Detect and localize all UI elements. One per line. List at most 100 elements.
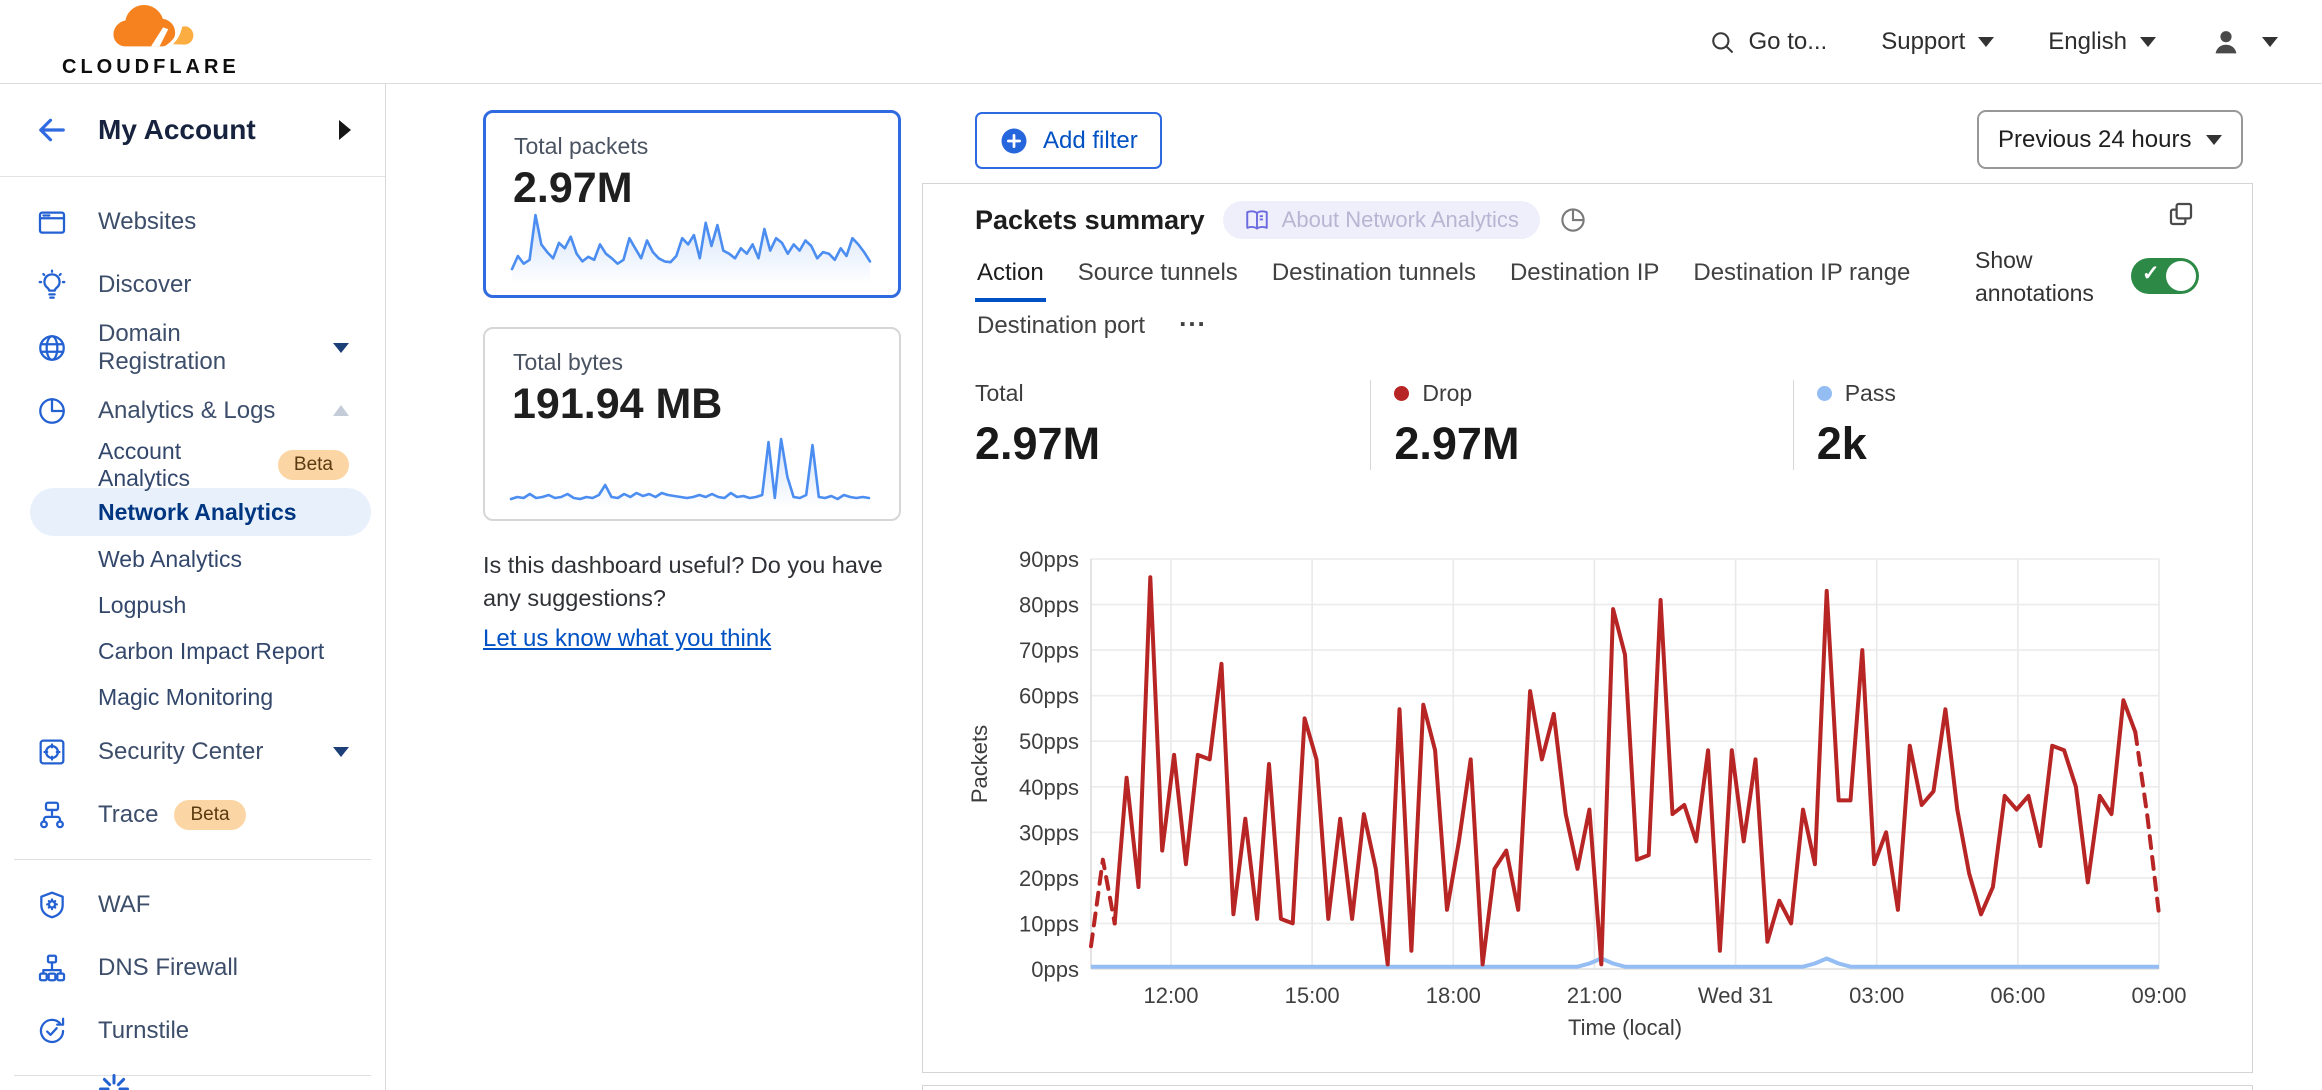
- sidebar-item-turnstile[interactable]: Turnstile: [0, 999, 385, 1062]
- sidebar-subitem-account-analytics[interactable]: Account AnalyticsBeta: [0, 442, 385, 488]
- tab-destination-port[interactable]: Destination port: [975, 303, 1147, 355]
- sidebar: My Account WebsitesDiscoverDomain Regist…: [0, 84, 386, 1090]
- time-range-button[interactable]: Previous 24 hours: [1977, 110, 2243, 169]
- chevron-right-icon[interactable]: [339, 120, 351, 140]
- total-label-row: Drop: [1394, 380, 1792, 407]
- total-label: Drop: [1422, 380, 1472, 407]
- sidebar-item-discover[interactable]: Discover: [0, 253, 385, 316]
- show-annotations-toggle[interactable]: ✓: [2131, 258, 2199, 294]
- sidebar-item-trace[interactable]: TraceBeta: [0, 783, 385, 846]
- totals-row: Total2.97M Drop 2.97M Pass 2k: [975, 380, 2215, 470]
- total-value: 2.97M: [1394, 418, 1792, 470]
- sidebar-divider: [14, 859, 371, 860]
- account-menu[interactable]: [2210, 26, 2278, 58]
- beta-badge: Beta: [174, 800, 245, 830]
- data-source-pie-icon[interactable]: [1558, 205, 1588, 235]
- svg-text:20pps: 20pps: [1019, 866, 1079, 891]
- add-filter-button[interactable]: Add filter: [975, 112, 1162, 169]
- tab-action[interactable]: Action: [975, 250, 1046, 302]
- svg-text:15:00: 15:00: [1285, 983, 1340, 1008]
- safe-icon: [36, 736, 68, 768]
- show-annotations-label: Show annotations: [1975, 244, 2107, 309]
- sidebar-subitem-network-analytics[interactable]: Network Analytics: [30, 488, 371, 536]
- total-label: Pass: [1845, 380, 1896, 407]
- sidebar-subitem-magic-monitoring[interactable]: Magic Monitoring: [0, 674, 385, 720]
- svg-text:0pps: 0pps: [1031, 957, 1079, 982]
- sidebar-item-label: Analytics & Logs: [98, 397, 303, 425]
- sidebar-item-label: DNS Firewall: [98, 954, 349, 982]
- sidebar-item-analytics-logs[interactable]: Analytics & Logs: [0, 379, 385, 442]
- sidebar-item-security-center[interactable]: Security Center: [0, 720, 385, 783]
- cloudflare-logo[interactable]: CLOUDFLARE: [62, 5, 240, 79]
- turnstile-icon: [36, 1015, 68, 1047]
- svg-text:10pps: 10pps: [1019, 911, 1079, 936]
- sidebar-subitem-carbon-impact-report[interactable]: Carbon Impact Report: [0, 628, 385, 674]
- panel-header: Packets summary About Network Analytics: [975, 201, 1588, 239]
- sidebar-nav: WebsitesDiscoverDomain Registration Analy…: [0, 177, 385, 1076]
- total-label: Total: [975, 380, 1024, 407]
- sidebar-subitem-label: Carbon Impact Report: [98, 638, 324, 665]
- topbar: CLOUDFLARE Go to... Support English: [0, 0, 2322, 84]
- sidebar-item-label: TraceBeta: [98, 800, 349, 830]
- sidebar-subitem-web-analytics[interactable]: Web Analytics: [0, 536, 385, 582]
- total-label-row: Pass: [1817, 380, 2215, 407]
- tab-destination-ip[interactable]: Destination IP: [1508, 250, 1661, 302]
- analytics-pie-icon: [36, 395, 68, 427]
- svg-text:12:00: 12:00: [1143, 983, 1198, 1008]
- total-packets-card[interactable]: Total packets 2.97M: [483, 110, 901, 298]
- goto-search[interactable]: Go to...: [1708, 28, 1828, 56]
- sidebar-subitem-label: Account Analytics: [98, 438, 262, 492]
- sidebar-item-dns-firewall[interactable]: DNS Firewall: [0, 936, 385, 999]
- svg-text:80pps: 80pps: [1019, 593, 1079, 618]
- chevron-down-icon: [2262, 37, 2278, 47]
- support-menu[interactable]: Support: [1881, 28, 1994, 56]
- sidebar-item-waf[interactable]: WAF: [0, 873, 385, 936]
- dimension-tabs: Action Source tunnels Destination tunnels D…: [975, 250, 1940, 355]
- user-icon: [2210, 26, 2242, 58]
- browser-icon: [36, 206, 68, 238]
- about-network-analytics-tag[interactable]: About Network Analytics: [1223, 201, 1540, 239]
- total-value: 2k: [1817, 418, 2215, 470]
- total-column-pass: Pass 2k: [1793, 380, 2215, 470]
- dns-tree-icon: [36, 952, 68, 984]
- total-column-drop: Drop 2.97M: [1370, 380, 1792, 470]
- svg-text:Time (local): Time (local): [1568, 1015, 1682, 1040]
- tabs-overflow-icon[interactable]: ...: [1177, 302, 1209, 355]
- sidebar-item-label: Security Center: [98, 738, 303, 766]
- zero-trust-icon[interactable]: [96, 1071, 132, 1090]
- expand-panel-icon[interactable]: [2166, 199, 2196, 229]
- series-dot: [1817, 386, 1832, 401]
- total-bytes-card[interactable]: Total bytes 191.94 MB: [483, 327, 901, 521]
- sidebar-subitem-label: Web Analytics: [98, 546, 242, 573]
- sidebar-item-domain-registration[interactable]: Domain Registration: [0, 316, 385, 379]
- feedback-link[interactable]: Let us know what you think: [483, 622, 771, 656]
- packets-summary-panel: Packets summary About Network Analytics …: [922, 183, 2253, 1073]
- shield-gear-icon: [36, 889, 68, 921]
- svg-text:06:00: 06:00: [1990, 983, 2045, 1008]
- sidebar-item-label: WAF: [98, 891, 349, 919]
- tab-destination-ip-range[interactable]: Destination IP range: [1691, 250, 1912, 302]
- chevron-down-icon: [1978, 37, 1994, 47]
- check-icon: ✓: [2142, 261, 2160, 286]
- tab-source-tunnels[interactable]: Source tunnels: [1076, 250, 1240, 302]
- svg-text:30pps: 30pps: [1019, 820, 1079, 845]
- topnav: Go to... Support English: [1708, 26, 2278, 58]
- cloudflare-wordmark: CLOUDFLARE: [62, 56, 240, 79]
- sidebar-item-websites[interactable]: Websites: [0, 190, 385, 253]
- sidebar-subitem-label: Logpush: [98, 592, 186, 619]
- feedback-question: Is this dashboard useful? Do you have an…: [483, 549, 915, 615]
- total-column-total: Total2.97M: [975, 380, 1370, 470]
- sidebar-subitem-logpush[interactable]: Logpush: [0, 582, 385, 628]
- add-filter-label: Add filter: [1043, 127, 1138, 155]
- series-dot: [1394, 386, 1409, 401]
- back-arrow-icon[interactable]: [34, 112, 70, 148]
- search-icon: [1708, 28, 1736, 56]
- svg-text:70pps: 70pps: [1019, 638, 1079, 663]
- cloudflare-cloud-icon: [99, 5, 203, 55]
- card-label: Total packets: [514, 133, 898, 160]
- svg-text:Packets: Packets: [967, 725, 992, 803]
- account-header[interactable]: My Account: [0, 84, 385, 177]
- language-menu[interactable]: English: [2048, 28, 2156, 56]
- sidebar-item-label: Turnstile: [98, 1017, 349, 1045]
- tab-destination-tunnels[interactable]: Destination tunnels: [1270, 250, 1478, 302]
